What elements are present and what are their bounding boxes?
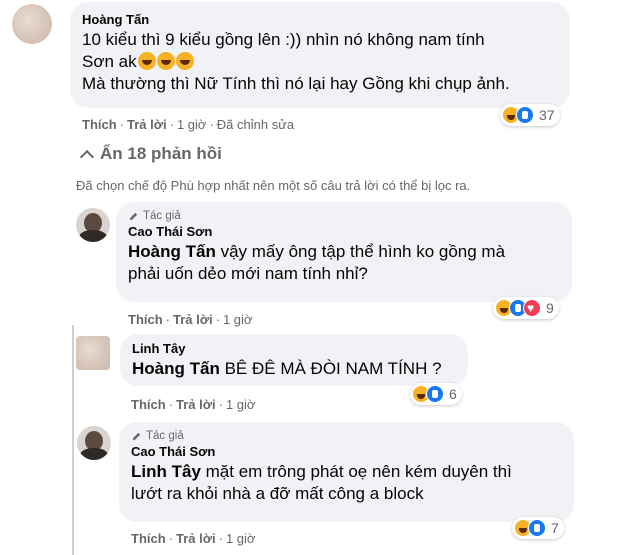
comment-line: phải uốn dẻo mới nam tính nhỉ? xyxy=(128,264,368,283)
comment-author[interactable]: Cao Thái Sơn xyxy=(128,224,560,239)
reaction-summary[interactable]: 37 xyxy=(500,104,560,126)
comment-line-text: vậy mấy ông tập thể hình ko gồng mà xyxy=(220,242,506,261)
like-button[interactable]: Thích xyxy=(131,397,166,412)
reaction-summary[interactable]: 9 xyxy=(493,297,559,319)
hide-replies-button[interactable]: Ẩn 18 phản hồi xyxy=(79,144,222,165)
comment-actions: Thích · Trả lời · 1 giờ · Đã chỉnh sửa xyxy=(82,117,294,132)
comment-bubble: Hoàng Tấn 10 kiểu thì 9 kiểu gồng lên :)… xyxy=(70,2,570,108)
comment-author[interactable]: Linh Tây xyxy=(132,341,456,356)
author-badge: Tác giả xyxy=(128,210,560,222)
comment-line: Linh Tây mặt em trông phát oẹ nên kém du… xyxy=(131,461,562,483)
reply-button[interactable]: Trả lời xyxy=(176,531,216,546)
reaction-count: 6 xyxy=(449,386,457,402)
like-icon xyxy=(528,519,546,537)
reply-button[interactable]: Trả lời xyxy=(127,117,167,132)
comment-author[interactable]: Hoàng Tấn xyxy=(82,12,558,27)
like-button[interactable]: Thích xyxy=(82,117,117,132)
like-button[interactable]: Thích xyxy=(131,531,166,546)
reaction-summary[interactable]: 6 xyxy=(410,383,462,405)
separator: · xyxy=(169,117,174,132)
comment-bubble: Linh Tây Hoàng Tấn BÊ ĐÊ MÀ ĐÒI NAM TÍNH… xyxy=(120,334,468,386)
avatar[interactable] xyxy=(76,208,110,242)
comment-line: lướt ra khỏi nhà a đỡ mất công a block xyxy=(131,484,424,503)
pen-icon xyxy=(132,432,141,440)
like-icon xyxy=(426,385,444,403)
timestamp[interactable]: 1 giờ xyxy=(226,397,256,412)
laughing-emoji-icon xyxy=(175,52,194,70)
separator: · xyxy=(165,312,171,327)
avatar-body xyxy=(80,448,108,460)
timestamp[interactable]: 1 giờ xyxy=(177,117,207,132)
avatar[interactable] xyxy=(12,4,52,44)
pen-icon xyxy=(129,212,138,220)
avatar-body xyxy=(79,230,107,242)
author-badge-label: Tác giả xyxy=(143,210,181,222)
mention-link[interactable]: Hoàng Tấn xyxy=(132,359,220,378)
reaction-count: 37 xyxy=(539,107,555,123)
separator: · xyxy=(218,397,223,412)
comment-line-text: mặt em trông phát oẹ nên kém duyên thì xyxy=(205,462,512,481)
comment-bubble: Tác giả Cao Thái Sơn Hoàng Tấn vậy mấy ô… xyxy=(116,202,572,302)
separator: · xyxy=(215,312,220,327)
love-icon xyxy=(523,299,541,317)
comment-text: 10 kiểu thì 9 kiểu gồng lên :)) nhìn nó … xyxy=(82,29,558,95)
comment-line-text: Sơn ak xyxy=(82,52,137,71)
laughing-emoji-icon xyxy=(156,52,175,70)
separator: · xyxy=(168,531,174,546)
comment-text: Linh Tây mặt em trông phát oẹ nên kém du… xyxy=(131,461,562,505)
reaction-count: 9 xyxy=(546,300,554,316)
comment-author[interactable]: Cao Thái Sơn xyxy=(131,444,562,459)
avatar[interactable] xyxy=(77,426,111,460)
mention-link[interactable]: Linh Tây xyxy=(131,462,201,481)
author-badge: Tác giả xyxy=(131,430,562,442)
comment-line: Sơn ak xyxy=(82,51,558,73)
like-button[interactable]: Thích xyxy=(128,312,163,327)
separator: · xyxy=(218,531,223,546)
comment-text: Hoàng Tấn BÊ ĐÊ MÀ ĐÒI NAM TÍNH ? xyxy=(132,358,456,380)
comment-actions: Thích · Trả lời · 1 giờ xyxy=(131,531,255,546)
laughing-emoji-icon xyxy=(137,52,156,70)
avatar[interactable] xyxy=(76,336,110,370)
timestamp[interactable]: 1 giờ xyxy=(223,312,253,327)
filter-note: Đã chọn chế độ Phù hợp nhất nên một số c… xyxy=(76,178,471,193)
comment-line-text: BÊ ĐÊ MÀ ĐÒI NAM TÍNH ? xyxy=(224,359,442,378)
comment-text: Hoàng Tấn vậy mấy ông tập thể hình ko gồ… xyxy=(128,241,560,285)
comment-actions: Thích · Trả lời · 1 giờ xyxy=(128,312,252,327)
reaction-summary[interactable]: 7 xyxy=(512,517,564,539)
comment-line: Hoàng Tấn vậy mấy ông tập thể hình ko gồ… xyxy=(128,241,560,263)
reaction-count: 7 xyxy=(551,520,559,536)
separator: · xyxy=(209,117,214,132)
mention-link[interactable]: Hoàng Tấn xyxy=(128,242,216,261)
like-icon xyxy=(516,106,534,124)
thread-line xyxy=(72,325,74,555)
reply-button[interactable]: Trả lời xyxy=(173,312,213,327)
comment-line: 10 kiểu thì 9 kiểu gồng lên :)) nhìn nó … xyxy=(82,30,485,49)
comment-actions: Thích · Trả lời · 1 giờ xyxy=(131,397,255,412)
comment-bubble: Tác giả Cao Thái Sơn Linh Tây mặt em trô… xyxy=(119,422,574,522)
chevron-up-icon xyxy=(79,149,95,165)
author-badge-label: Tác giả xyxy=(146,430,184,442)
timestamp[interactable]: 1 giờ xyxy=(226,531,256,546)
comment-line: Mà thường thì Nữ Tính thì nó lại hay Gồn… xyxy=(82,74,510,93)
edited-label[interactable]: Đã chỉnh sửa xyxy=(217,117,294,132)
separator: · xyxy=(168,397,174,412)
reply-button[interactable]: Trả lời xyxy=(176,397,216,412)
separator: · xyxy=(119,117,125,132)
hide-replies-label: Ẩn 18 phản hồi xyxy=(100,144,222,163)
